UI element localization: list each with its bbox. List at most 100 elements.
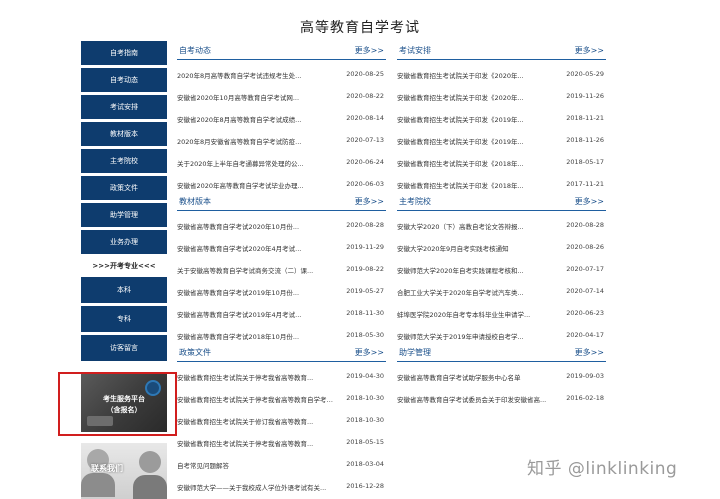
list-item-title[interactable]: 关于安徽高等教育自学考试商务交流（二）课... xyxy=(177,265,337,275)
list-item-title[interactable]: 安徽大学2020年9月自考实践考核通知 xyxy=(397,243,557,253)
panel-title[interactable]: 政策文件 xyxy=(179,347,211,358)
list-item[interactable]: 安徽师范大学2020年自考实践课程考核和... 2020-07-17 xyxy=(397,259,606,281)
list-item-title[interactable]: 安徽省高等教育自学考试2020年4月考试... xyxy=(177,243,337,253)
list-item[interactable]: 安徽省高等教育自学考试2019年10月份... 2019-05-27 xyxy=(177,281,386,303)
panel-header: 自考动态 更多>> xyxy=(177,41,386,60)
list-item[interactable]: 安徽省高等教育自学考试助学服务中心名单 2019-09-03 xyxy=(397,366,606,388)
list-item-title[interactable]: 安徽省高等教育自学考试助学服务中心名单 xyxy=(397,372,557,382)
list-item[interactable]: 自考常见问题解答 2018-03-04 xyxy=(177,454,386,476)
list-item-title[interactable]: 安徽师范大学关于2019年申请授校自考学... xyxy=(397,331,557,341)
list-item[interactable]: 安徽省教育招生考试院关于修订我省高等教育... 2018-10-30 xyxy=(177,410,386,432)
list-item-title[interactable]: 安徽省教育招生考试院关于停考我省高等教育... xyxy=(177,438,337,448)
sidebar-item-bachelor[interactable]: 本科 xyxy=(81,277,167,303)
more-link[interactable]: 更多>> xyxy=(355,45,384,56)
list-item-title[interactable]: 安徽省教育招生考试院关于修订我省高等教育... xyxy=(177,416,337,426)
list-item-title[interactable]: 安徽省教育招生考试院关于停考我省高等教育自学考试专业... xyxy=(177,394,337,404)
panel-title[interactable]: 主考院校 xyxy=(399,196,431,207)
list-item-title[interactable]: 安徽省高等教育自学考试2020年10月份... xyxy=(177,221,337,231)
list-item[interactable]: 2020年8月高等教育自学考试违规考生处... 2020-08-25 xyxy=(177,64,386,86)
list-item[interactable]: 安徽大学2020（下）高教自考论文答辩报... 2020-08-28 xyxy=(397,215,606,237)
list-item-title[interactable]: 安徽省高等教育自学考试委员会关于印发安徽省高... xyxy=(397,394,557,404)
list-item[interactable]: 关于安徽高等教育自学考试商务交流（二）课... 2019-08-22 xyxy=(177,259,386,281)
list-item-title[interactable]: 安徽省教育招生考试院关于印发《2020年... xyxy=(397,92,557,102)
sidebar-item-associate[interactable]: 专科 xyxy=(81,306,167,332)
list-item-title[interactable]: 安徽省高等教育自学考试2019年10月份... xyxy=(177,287,337,297)
list-item[interactable]: 关于2020年上半年自考通募异常处理的公... 2020-06-24 xyxy=(177,152,386,174)
list-item[interactable]: 安徽省教育招生考试院关于印发《2019年... 2018-11-26 xyxy=(397,130,606,152)
list-item[interactable]: 安徽省高等教育自学考试委员会关于印发安徽省高... 2016-02-18 xyxy=(397,388,606,410)
sidebar-item-dynamics[interactable]: 自考动态 xyxy=(81,68,167,92)
list-item-title[interactable]: 安徽省2020年高等教育自学考试毕业办理... xyxy=(177,180,337,190)
panel-title[interactable]: 教材版本 xyxy=(179,196,211,207)
list-item-date: 2018-05-17 xyxy=(566,158,604,166)
list-item-date: 2019-08-22 xyxy=(346,265,384,273)
agent-image xyxy=(139,451,161,473)
list-item-date: 2018-11-30 xyxy=(346,309,384,317)
list-item[interactable]: 安徽大学2020年9月自考实践考核通知 2020-08-26 xyxy=(397,237,606,259)
sidebar-item-schools[interactable]: 主考院校 xyxy=(81,149,167,173)
panel-title[interactable]: 考试安排 xyxy=(399,45,431,56)
sidebar-item-guestbook[interactable]: 访客留言 xyxy=(81,335,167,361)
more-link[interactable]: 更多>> xyxy=(355,196,384,207)
list-item-title[interactable]: 自考常见问题解答 xyxy=(177,460,337,470)
list-item-title[interactable]: 安徽省教育招生考试院关于印发《2018年... xyxy=(397,180,557,190)
list-item-date: 2020-08-26 xyxy=(566,243,604,251)
list-item[interactable]: 安徽省教育招生考试院关于印发《2020年... 2019-11-26 xyxy=(397,86,606,108)
list-item-title[interactable]: 安徽省2020年10月高等教育自学考试网... xyxy=(177,92,337,102)
list-item-title[interactable]: 安徽省2020年8月高等教育自学考试成绩... xyxy=(177,114,337,124)
list-item[interactable]: 蚌埠医学院2020年自考专本科毕业生申请学... 2020-06-23 xyxy=(397,303,606,325)
list-item-title[interactable]: 2020年8月高等教育自学考试违规考生处... xyxy=(177,70,337,80)
list-item-date: 2016-12-28 xyxy=(346,482,384,490)
list-item-date: 2020-07-13 xyxy=(346,136,384,144)
sidebar-item-textbooks[interactable]: 教材版本 xyxy=(81,122,167,146)
more-link[interactable]: 更多>> xyxy=(355,347,384,358)
panel-dynamics: 自考动态 更多>> 2020年8月高等教育自学考试违规考生处... 2020-08… xyxy=(177,41,386,196)
list-item[interactable]: 安徽省2020年8月高等教育自学考试成绩... 2020-08-14 xyxy=(177,108,386,130)
list-item-title[interactable]: 安徽省高等教育自学考试2019年4月考试... xyxy=(177,309,337,319)
list-item-title[interactable]: 关于2020年上半年自考通募异常处理的公... xyxy=(177,158,337,168)
panel-header: 助学管理 更多>> xyxy=(397,343,606,362)
list-item-title[interactable]: 安徽省教育招生考试院关于印发《2019年... xyxy=(397,136,557,146)
list-item[interactable]: 安徽省教育招生考试院关于停考我省高等教育自学考试专业... 2018-10-30 xyxy=(177,388,386,410)
panel-title[interactable]: 助学管理 xyxy=(399,347,431,358)
sidebar-item-schedule[interactable]: 考试安排 xyxy=(81,95,167,119)
list-item[interactable]: 安徽省教育招生考试院关于停考我省高等教育... 2018-05-15 xyxy=(177,432,386,454)
list-item[interactable]: 安徽省2020年10月高等教育自学考试网... 2020-08-22 xyxy=(177,86,386,108)
list-item[interactable]: 合肥工业大学关于2020年自学考试汽车类... 2020-07-14 xyxy=(397,281,606,303)
list-item[interactable]: 安徽省高等教育自学考试2020年4月考试... 2019-11-29 xyxy=(177,237,386,259)
sidebar-item-business[interactable]: 业务办理 xyxy=(81,230,167,254)
list-item-title[interactable]: 合肥工业大学关于2020年自学考试汽车类... xyxy=(397,287,557,297)
panel-schedule: 考试安排 更多>> 安徽省教育招生考试院关于印发《2020年... 2020-05… xyxy=(397,41,606,196)
person-body-image xyxy=(81,473,115,497)
list-item[interactable]: 安徽师范大学——关于我校成人学位外语考试有关... 2016-12-28 xyxy=(177,476,386,498)
list-item[interactable]: 2020年8月安徽省高等教育自学考试防疫... 2020-07-13 xyxy=(177,130,386,152)
list-item-title[interactable]: 安徽师范大学——关于我校成人学位外语考试有关... xyxy=(177,482,337,492)
list-item-date: 2020-04-17 xyxy=(566,331,604,339)
sidebar-item-assist[interactable]: 助学管理 xyxy=(81,203,167,227)
sidebar-item-policy[interactable]: 政策文件 xyxy=(81,176,167,200)
more-link[interactable]: 更多>> xyxy=(575,196,604,207)
panel-title[interactable]: 自考动态 xyxy=(179,45,211,56)
list-item-title[interactable]: 安徽省教育招生考试院关于印发《2018年... xyxy=(397,158,557,168)
list-item-title[interactable]: 蚌埠医学院2020年自考专本科毕业生申请学... xyxy=(397,309,557,319)
list-item[interactable]: 安徽省教育招生考试院关于印发《2020年... 2020-05-29 xyxy=(397,64,606,86)
list-item[interactable]: 安徽省教育招生考试院关于停考我省高等教育... 2019-04-30 xyxy=(177,366,386,388)
list-item-date: 2018-10-30 xyxy=(346,394,384,402)
list-item-title[interactable]: 2020年8月安徽省高等教育自学考试防疫... xyxy=(177,136,337,146)
list-item-title[interactable]: 安徽省教育招生考试院关于印发《2020年... xyxy=(397,70,557,80)
list-item[interactable]: 安徽省教育招生考试院关于印发《2018年... 2018-05-17 xyxy=(397,152,606,174)
list-item-date: 2019-04-30 xyxy=(346,372,384,380)
list-item[interactable]: 安徽省教育招生考试院关于印发《2019年... 2018-11-21 xyxy=(397,108,606,130)
more-link[interactable]: 更多>> xyxy=(575,45,604,56)
more-link[interactable]: 更多>> xyxy=(575,347,604,358)
list-item[interactable]: 安徽省高等教育自学考试2020年10月份... 2020-08-28 xyxy=(177,215,386,237)
list-item-title[interactable]: 安徽师范大学2020年自考实践课程考核和... xyxy=(397,265,557,275)
list-item-title[interactable]: 安徽省高等教育自学考试2018年10月份... xyxy=(177,331,337,341)
contact-banner[interactable]: 联系我们 xyxy=(81,443,167,499)
list-item-title[interactable]: 安徽省教育招生考试院关于停考我省高等教育... xyxy=(177,372,337,382)
list-item-title[interactable]: 安徽省教育招生考试院关于印发《2019年... xyxy=(397,114,557,124)
list-item-title[interactable]: 安徽大学2020（下）高教自考论文答辩报... xyxy=(397,221,557,231)
sidebar-item-guide[interactable]: 自考指南 xyxy=(81,41,167,65)
panel-schools: 主考院校 更多>> 安徽大学2020（下）高教自考论文答辩报... 2020-08… xyxy=(397,192,606,347)
list-item[interactable]: 安徽省高等教育自学考试2019年4月考试... 2018-11-30 xyxy=(177,303,386,325)
